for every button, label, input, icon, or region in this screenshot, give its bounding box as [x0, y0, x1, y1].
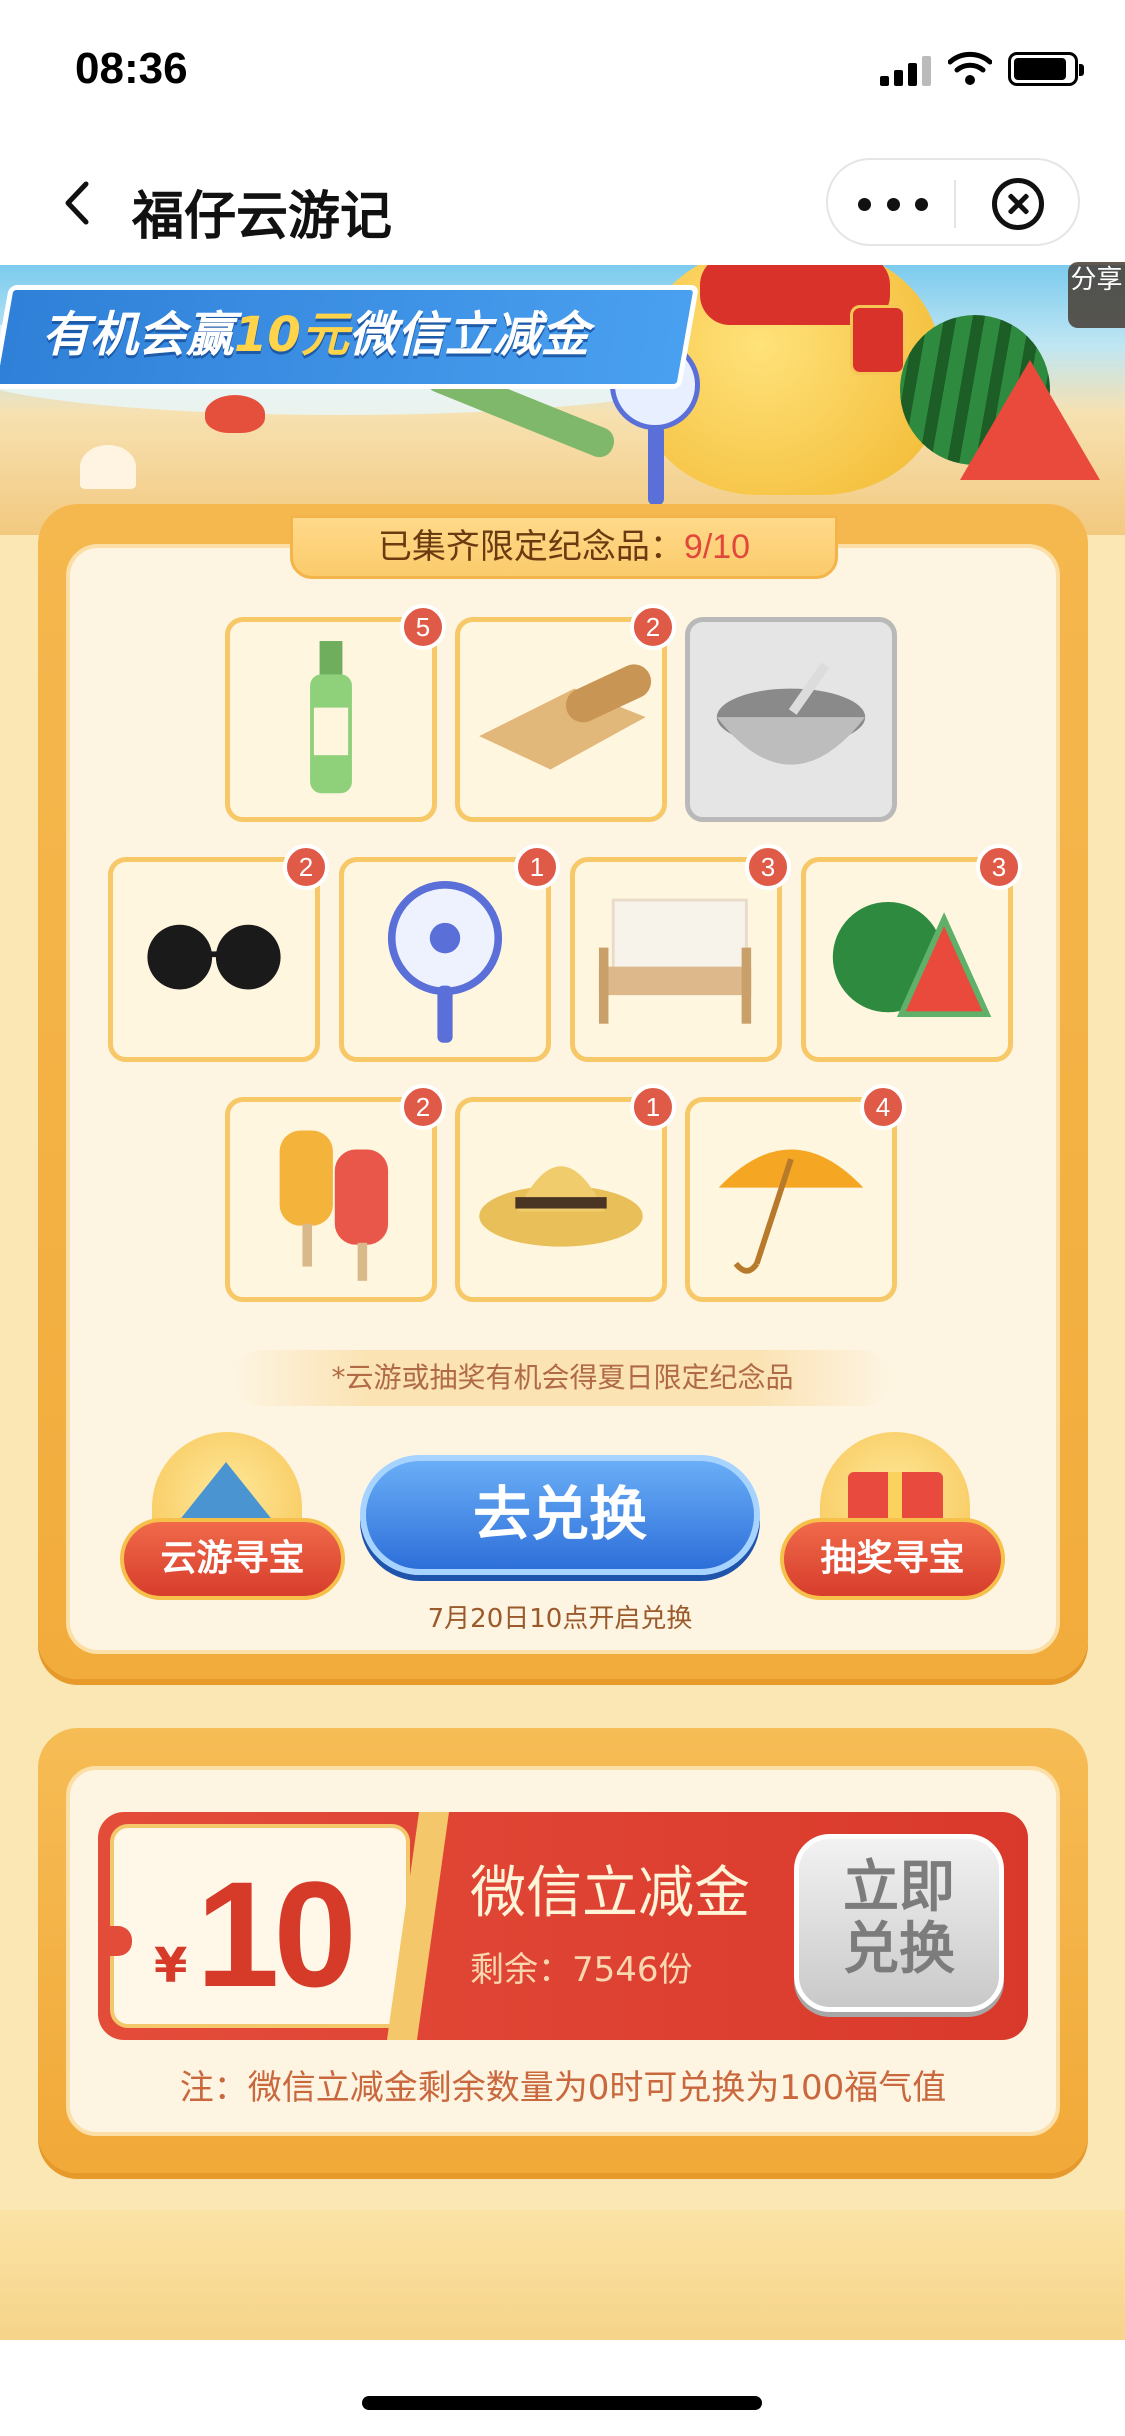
collection-header-label: 已集齐限定纪念品： [377, 527, 684, 567]
count-badge: 4 [860, 1084, 906, 1130]
souvenir-watermelon[interactable]: 3 [801, 844, 1022, 1062]
coupon-title: 微信立减金 [470, 1861, 750, 1926]
status-time: 08:36 [75, 44, 188, 93]
beach-footer-decoration [0, 2210, 1125, 2340]
lottery-button[interactable]: 抽奖寻宝 [780, 1518, 1005, 1600]
bamboo-mat-icon [479, 664, 652, 770]
count-badge: 1 [514, 844, 560, 890]
bowl-soup-icon [716, 662, 866, 765]
souvenir-sunglasses[interactable]: 2 [108, 844, 329, 1062]
summer-banner: 有机会赢10元微信立减金 [0, 265, 1125, 535]
collection-header: 已集齐限定纪念品：9/10 [290, 515, 838, 579]
home-indicator[interactable] [362, 2396, 762, 2410]
count-badge: 3 [976, 844, 1022, 890]
count-badge: 2 [630, 604, 676, 650]
coupon-amount-area: ¥ 10 [110, 1824, 410, 2028]
collection-count: 9/10 [683, 528, 751, 566]
page-title: 福仔云游记 [132, 187, 393, 247]
shell-decoration [80, 445, 136, 489]
souvenir-umbrella[interactable]: 4 [685, 1084, 906, 1302]
collection-hint: *云游或抽奖有机会得夏日限定纪念品 [235, 1350, 890, 1406]
fan-handle-decoration [648, 425, 664, 505]
handheld-fan-icon [387, 881, 503, 1043]
coupon-currency: ¥ [154, 1938, 188, 1994]
toilet-water-bottle-icon [310, 641, 352, 794]
coupon-amount: 10 [196, 1850, 357, 2018]
mini-program-capsule [826, 158, 1080, 246]
count-badge: 2 [400, 1084, 446, 1130]
home-indicator-area [0, 2340, 1125, 2436]
redeem-line-1: 立即 [843, 1855, 955, 1920]
souvenir-toilet-water[interactable]: 5 [225, 604, 446, 822]
banner-highlight: 10元 [234, 307, 349, 363]
coupon-remaining: 剩余：7546份 [470, 1942, 693, 1991]
wechat-coupon-card: ¥ 10 微信立减金 剩余：7546份 立即 兑换 [98, 1812, 1028, 2040]
coupon-remaining-label: 剩余： [470, 1950, 572, 1990]
share-button[interactable]: 分享 [1068, 262, 1125, 328]
banner-prefix: 有机会赢 [42, 307, 235, 363]
nav-bar: 福仔云游记 [0, 140, 1125, 265]
status-bar: 08:36 [0, 0, 1125, 140]
watermelon-slice-decoration [960, 360, 1100, 480]
exchange-button[interactable]: 去兑换 [360, 1455, 760, 1575]
coupon-notch [110, 1926, 132, 1956]
coupon-remaining-value: 7546份 [572, 1950, 693, 1990]
bag-tag-decoration [850, 305, 906, 375]
souvenir-mung-bean-soup[interactable] [685, 617, 897, 822]
wifi-icon [948, 51, 992, 85]
redeem-line-2: 兑换 [843, 1917, 955, 1982]
souvenir-mosquito-net-bed[interactable]: 3 [570, 844, 791, 1062]
souvenir-handheld-fan[interactable]: 1 [339, 844, 560, 1062]
crab-decoration [205, 395, 265, 433]
umbrella-icon [718, 1149, 864, 1274]
souvenir-bamboo-mat[interactable]: 2 [455, 604, 676, 822]
capsule-divider [954, 180, 956, 228]
count-badge: 2 [283, 844, 329, 890]
redeem-now-button[interactable]: 立即 兑换 [794, 1834, 1004, 2012]
coupon-note: 注：微信立减金剩余数量为0时可兑换为100福气值 [179, 2068, 947, 2108]
sunglasses-icon [147, 924, 281, 990]
count-badge: 1 [630, 1084, 676, 1130]
more-icon[interactable] [858, 188, 928, 220]
banner-headline: 有机会赢10元微信立减金 [42, 295, 589, 365]
count-badge: 5 [400, 604, 446, 650]
back-arrow-icon[interactable] [58, 178, 98, 228]
straw-hat-icon [479, 1166, 643, 1247]
souvenir-straw-hat[interactable]: 1 [455, 1084, 676, 1302]
popsicles-icon [279, 1130, 389, 1281]
close-icon[interactable] [992, 178, 1044, 230]
signal-icon [880, 54, 932, 86]
cloud-tour-button[interactable]: 云游寻宝 [120, 1518, 345, 1600]
banner-suffix: 微信立减金 [348, 307, 589, 363]
watermelon-icon [832, 901, 992, 1018]
exchange-open-note: 7月20日10点开启兑换 [427, 1604, 693, 1634]
souvenir-popsicles[interactable]: 2 [225, 1084, 446, 1302]
battery-icon [1008, 52, 1084, 86]
count-badge: 3 [745, 844, 791, 890]
mosquito-net-bed-icon [598, 898, 752, 1024]
